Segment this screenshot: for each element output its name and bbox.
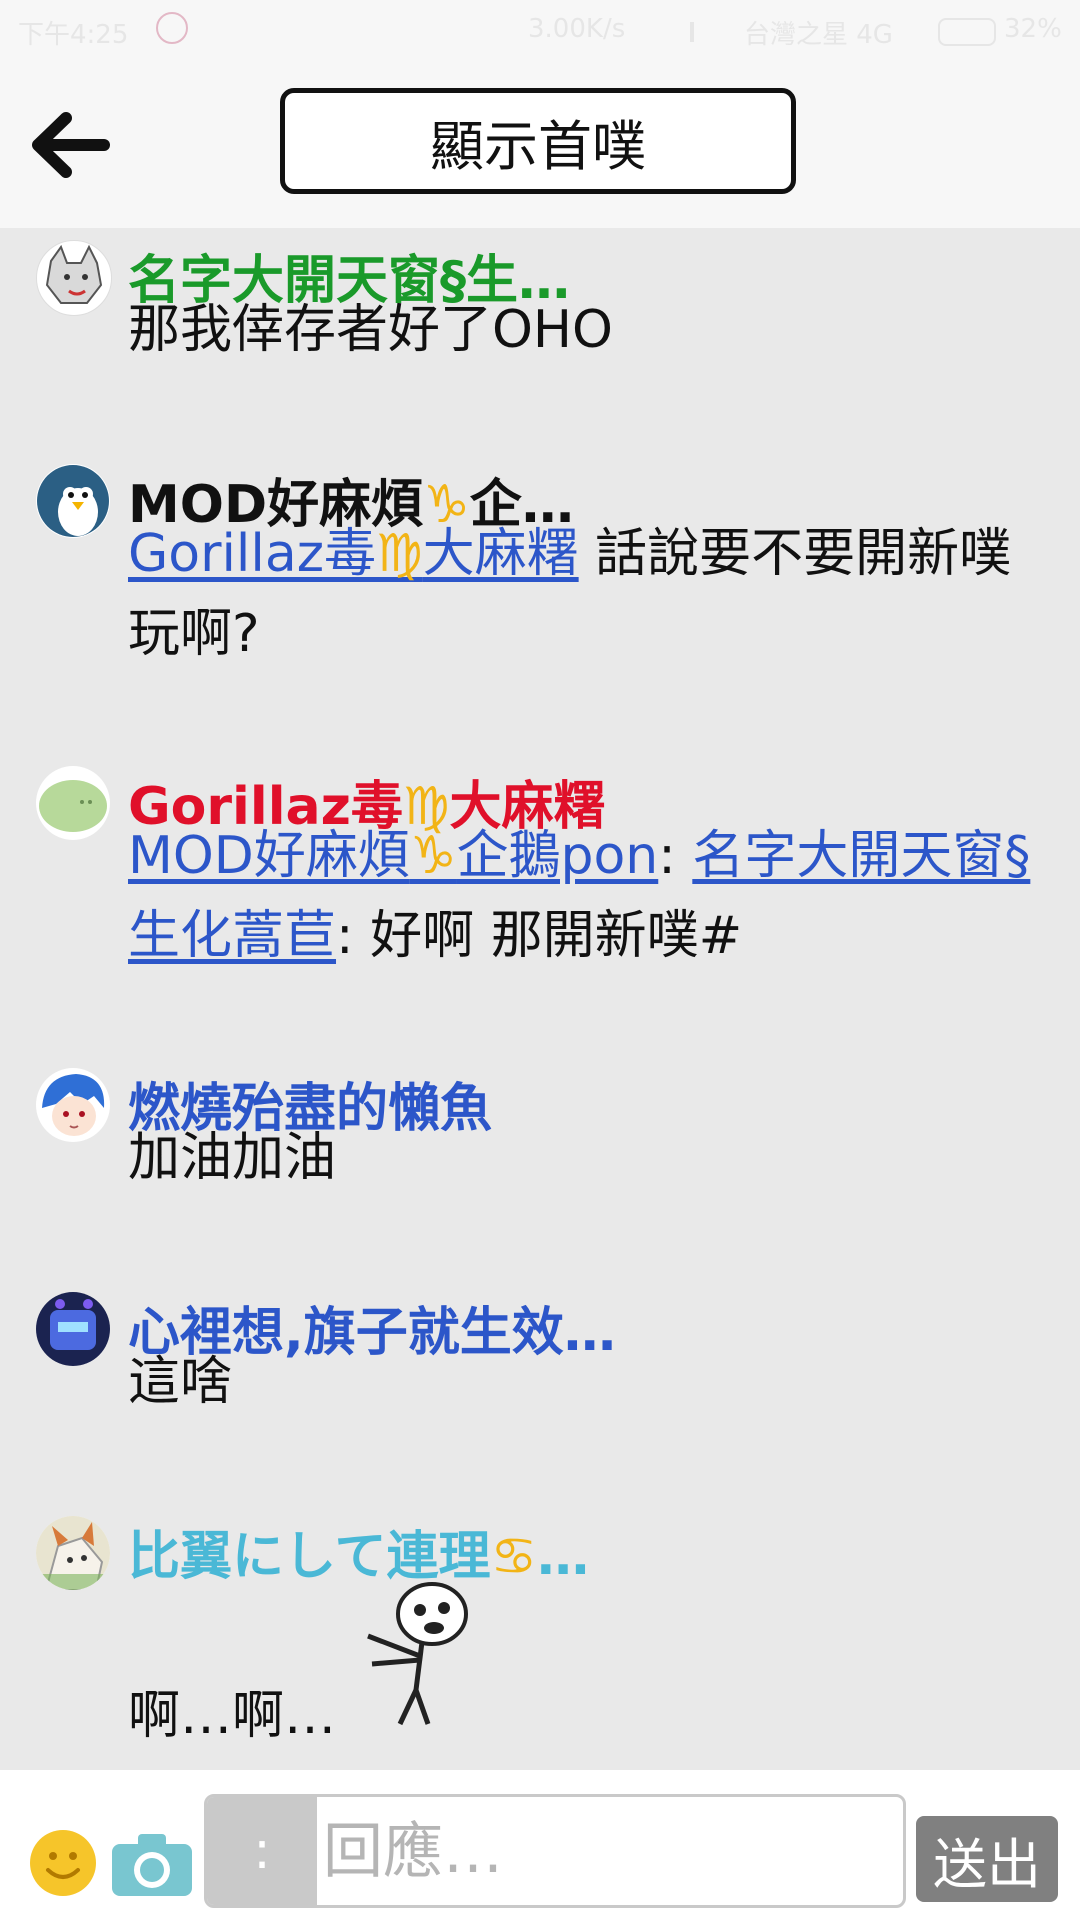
- app-header: 顯示首噗: [0, 60, 1080, 228]
- status-carrier: 台灣之星 4G: [744, 20, 893, 50]
- mention-link[interactable]: MOD好麻煩♑企鵝pon: [128, 826, 658, 886]
- mention-link[interactable]: Gorillaz毒♍大麻糬: [128, 524, 579, 584]
- status-bar: 下午4:25 3.00K/s 台灣之星 4G 32%: [0, 0, 1080, 60]
- response-text: 這啥: [128, 1352, 233, 1412]
- camera-icon: [112, 1834, 192, 1896]
- response-body: : 好啊 那開新噗#: [336, 906, 743, 966]
- reply-field-wrapper: :: [204, 1794, 906, 1908]
- response-text: 啊…啊…: [128, 1686, 337, 1746]
- response-text: 加油加油: [128, 1128, 337, 1188]
- battery-icon: [938, 18, 996, 46]
- response-text: Gorillaz毒♍大麻糬 話說要不要開新噗玩啊?: [128, 514, 1058, 674]
- virgo-icon: ♍: [376, 524, 423, 584]
- avatar[interactable]: [36, 1068, 110, 1142]
- user-name[interactable]: 比翼にして連理♋…: [128, 1514, 589, 1589]
- photo-button[interactable]: [110, 1832, 194, 1898]
- avatar[interactable]: [36, 240, 112, 316]
- show-first-plurk-button[interactable]: 顯示首噗: [280, 88, 796, 194]
- arrow-left-icon: [32, 112, 110, 178]
- mention-text: MOD好麻煩: [128, 826, 410, 886]
- signal-icon: [690, 22, 728, 42]
- avatar[interactable]: [36, 1292, 110, 1366]
- wolf-avatar-icon: [45, 244, 103, 304]
- reply-input[interactable]: [321, 1797, 895, 1905]
- mention-text: 大麻糬: [422, 524, 579, 584]
- cancer-icon: ♋: [490, 1527, 538, 1587]
- stickman-emoticon-icon: [367, 1582, 468, 1726]
- anime-boy-avatar-icon: [42, 1074, 105, 1136]
- mention-text: Gorillaz毒: [128, 524, 376, 584]
- separator: :: [658, 826, 693, 886]
- smiley-icon: [46, 1852, 80, 1879]
- capricorn-icon: ♑: [409, 826, 457, 886]
- notification-icon: [156, 12, 188, 44]
- robot-avatar-icon: [50, 1299, 96, 1350]
- emoticon-button[interactable]: [30, 1830, 96, 1896]
- penguin-avatar-icon: [37, 465, 109, 537]
- mention-text: 企鵝pon: [456, 826, 659, 886]
- status-battery: 32%: [1004, 14, 1062, 44]
- status-time: 下午4:25: [18, 20, 129, 50]
- avatar[interactable]: [36, 1516, 110, 1590]
- back-button[interactable]: [30, 110, 110, 180]
- user-name-text: …: [537, 1527, 590, 1587]
- response-text: MOD好麻煩♑企鵝pon: 名字大開天窗§生化蒿苣: 好啊 那開新噗#: [128, 816, 1058, 976]
- fox-girl-avatar-icon: [36, 1516, 110, 1590]
- qualifier-button[interactable]: :: [207, 1797, 317, 1905]
- user-name-text: 比翼にして連理: [128, 1527, 491, 1587]
- response-text: 那我倖存者好了OHO: [128, 300, 613, 360]
- header-title: 顯示首噗: [430, 114, 646, 178]
- send-button[interactable]: 送出: [916, 1816, 1058, 1902]
- mochi-avatar-icon: [39, 780, 107, 832]
- avatar[interactable]: [36, 766, 110, 840]
- status-speed: 3.00K/s: [528, 14, 626, 44]
- reply-composer: : 送出: [0, 1770, 1080, 1920]
- avatar[interactable]: [36, 464, 110, 538]
- response-list[interactable]: 名字大開天窗§生… 那我倖存者好了OHO MOD好麻煩♑企… Gorillaz毒…: [0, 228, 1080, 1770]
